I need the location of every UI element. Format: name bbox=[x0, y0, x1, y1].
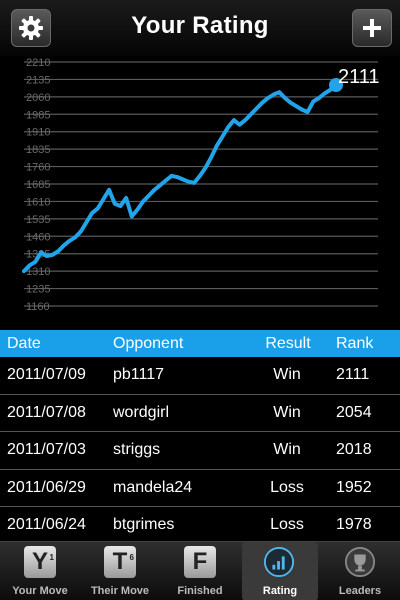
header-date: Date bbox=[7, 335, 41, 352]
row-rank: 2054 bbox=[336, 403, 372, 421]
latest-value-label: 2111 bbox=[338, 66, 380, 88]
row-rank: 2018 bbox=[336, 441, 372, 458]
row-opponent: btgrimes bbox=[113, 516, 175, 533]
row-opponent: pb1117 bbox=[113, 366, 165, 383]
y-tick-label: 1835 bbox=[26, 144, 50, 156]
your-move-icon: Y1 bbox=[24, 546, 56, 578]
tab-finished[interactable]: F Finished bbox=[160, 542, 240, 600]
y-tick-label: 1535 bbox=[26, 214, 50, 226]
row-date: 2011/07/09 bbox=[7, 366, 86, 383]
tab-your-move[interactable]: Y1 Your Move bbox=[0, 542, 80, 600]
row-date: 2011/06/29 bbox=[7, 478, 86, 496]
rating-chart: 2210 2135 2060 1985 1910 1835 1760 1685 1610 1535… bbox=[0, 56, 400, 330]
table-row[interactable]: 2011/07/08 wordgirl Win 2054 bbox=[0, 395, 400, 432]
y-tick-label: 1160 bbox=[26, 301, 50, 313]
row-result: Win bbox=[273, 441, 301, 458]
row-result: Loss bbox=[270, 516, 304, 533]
tab-label: Your Move bbox=[12, 585, 68, 597]
tab-bar: Y1 Your Move T6 Their Move F Finished Ra… bbox=[0, 541, 400, 600]
y-tick-label: 1760 bbox=[26, 162, 50, 174]
page-title: Your Rating bbox=[131, 12, 269, 39]
y-tick-label: 2135 bbox=[26, 74, 50, 86]
table-header: Date Opponent Result Rank bbox=[0, 330, 400, 357]
header-result: Result bbox=[265, 335, 311, 352]
row-result: Loss bbox=[270, 478, 304, 496]
header-rank: Rank bbox=[336, 335, 374, 352]
row-date: 2011/07/08 bbox=[7, 403, 86, 421]
table-row[interactable]: 2011/07/09 pb1117 Win 2111 bbox=[0, 357, 400, 395]
tab-label: Leaders bbox=[338, 585, 382, 597]
row-opponent: mandela24 bbox=[113, 478, 193, 496]
rating-chart-icon bbox=[263, 546, 295, 578]
tab-leaders[interactable]: Leaders bbox=[320, 542, 400, 600]
y-tick-label: 2060 bbox=[26, 92, 50, 104]
finished-icon: F bbox=[184, 546, 216, 578]
row-rank: 1952 bbox=[336, 478, 372, 496]
rating-series-line bbox=[22, 83, 338, 274]
tab-label: Rating bbox=[262, 585, 298, 597]
row-opponent: striggs bbox=[113, 441, 161, 458]
their-move-icon: T6 bbox=[104, 546, 136, 578]
rating-chart-svg: 2210 2135 2060 1985 1910 1835 1760 1685 1610 1535… bbox=[22, 57, 380, 313]
row-result: Win bbox=[273, 403, 301, 421]
y-tick-label: 1985 bbox=[26, 109, 50, 121]
tab-their-move[interactable]: T6 Their Move bbox=[80, 542, 160, 600]
table-row[interactable]: 2011/07/03 striggs Win 2018 bbox=[0, 432, 400, 470]
plus-icon bbox=[363, 19, 381, 37]
nav-bar: Your Rating bbox=[0, 0, 400, 56]
y-tick-label: 1610 bbox=[26, 196, 50, 208]
y-tick-label: 2210 bbox=[26, 57, 50, 69]
row-rank: 2111 bbox=[336, 366, 370, 383]
row-date: 2011/06/24 bbox=[7, 516, 86, 533]
table-row[interactable]: 2011/06/24 btgrimes Loss 1978 bbox=[0, 507, 400, 545]
tab-label: Finished bbox=[177, 585, 223, 597]
y-tick-label: 1460 bbox=[26, 231, 50, 243]
row-result: Win bbox=[273, 366, 301, 383]
row-opponent: wordgirl bbox=[113, 403, 170, 421]
table-row[interactable]: 2011/06/29 mandela24 Loss 1952 bbox=[0, 470, 400, 507]
y-tick-label: 1685 bbox=[26, 179, 50, 191]
tab-rating[interactable]: Rating bbox=[242, 542, 318, 600]
trophy-icon bbox=[344, 546, 376, 578]
y-tick-label: 1910 bbox=[26, 127, 50, 139]
row-date: 2011/07/03 bbox=[7, 441, 86, 458]
add-button[interactable] bbox=[352, 9, 392, 47]
header-opponent: Opponent bbox=[113, 335, 184, 352]
tab-label: Their Move bbox=[90, 585, 150, 597]
games-table: 2011/07/09 pb1117 Win 2111 2011/07/08 wo… bbox=[0, 357, 400, 545]
y-tick-label: 1235 bbox=[26, 284, 50, 296]
row-rank: 1978 bbox=[336, 516, 372, 533]
